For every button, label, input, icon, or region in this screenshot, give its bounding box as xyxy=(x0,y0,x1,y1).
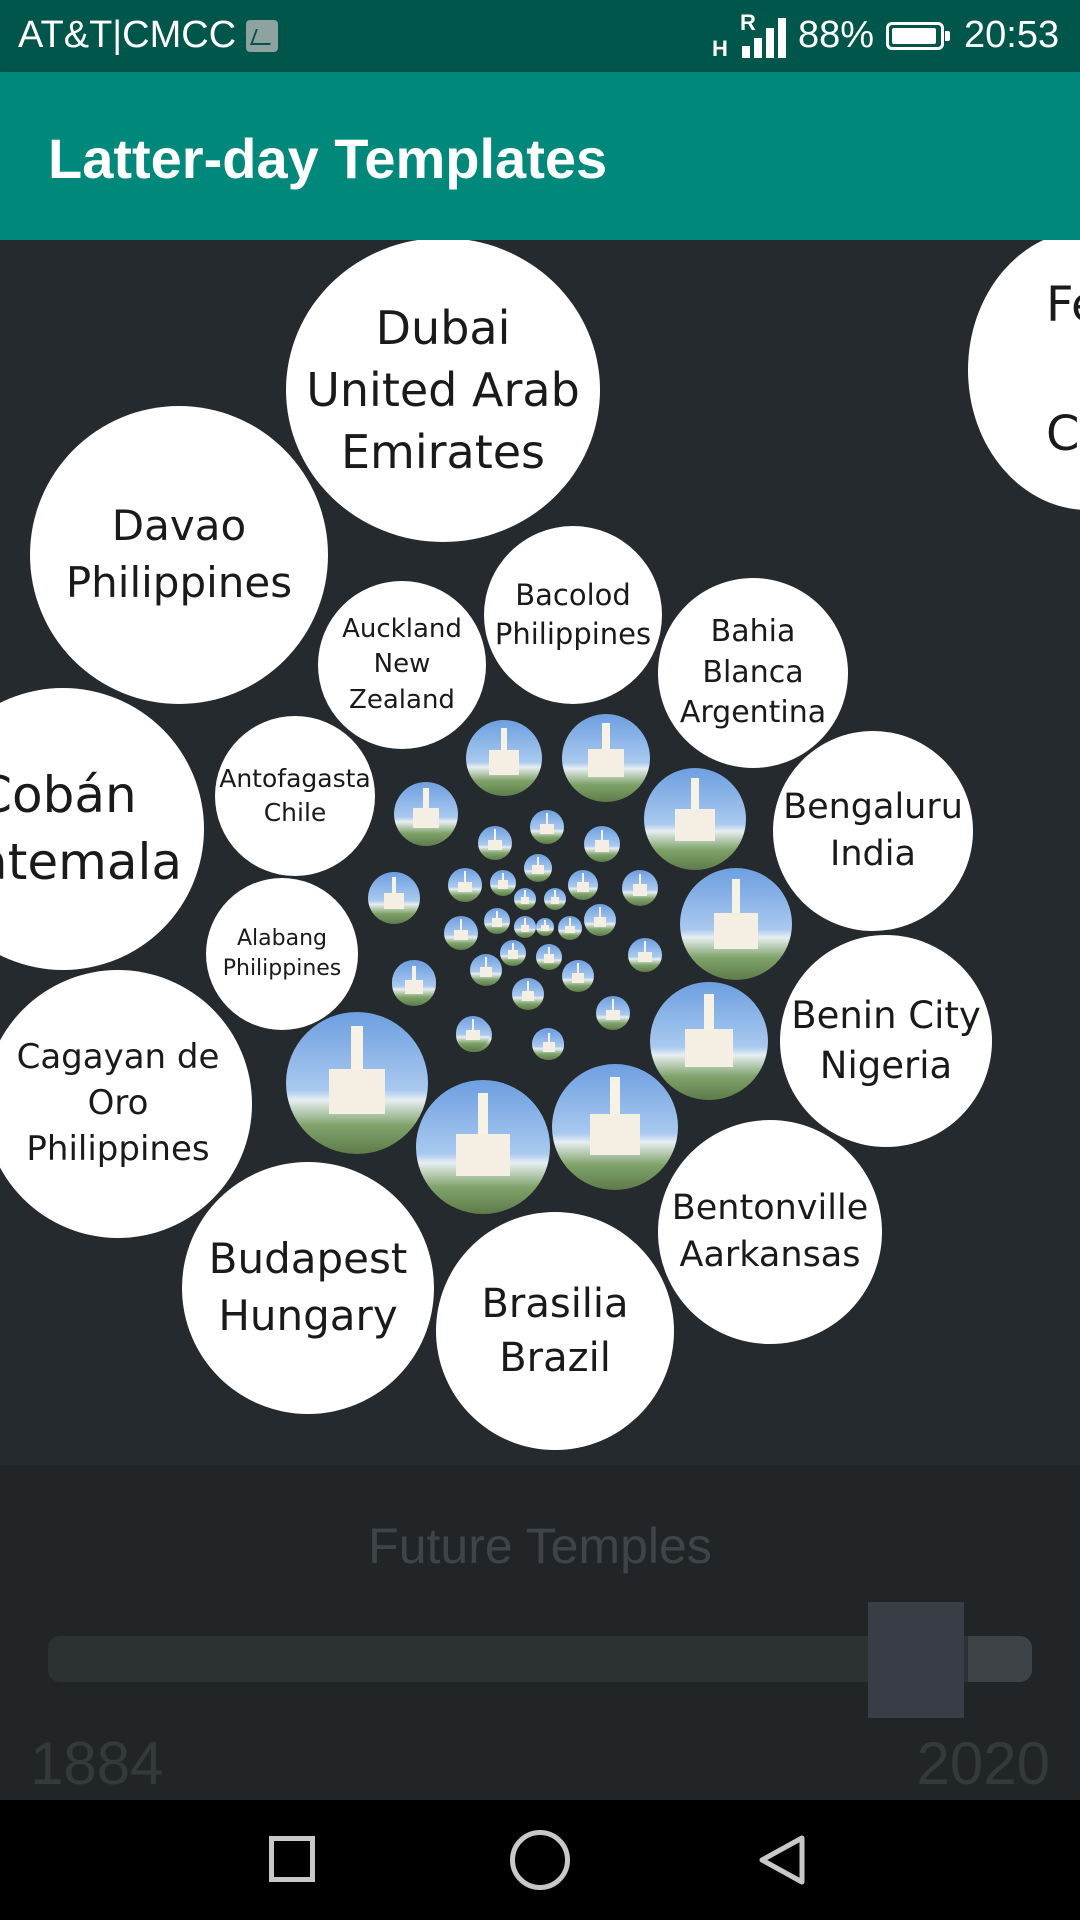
carrier-label: AT&T|CMCC xyxy=(18,14,237,56)
range-end-year: 2020 xyxy=(916,1730,1050,1797)
temple-bubble[interactable]: Benin City Nigeria xyxy=(780,935,992,1147)
temple-photo-bubble[interactable] xyxy=(470,954,502,986)
temple-bubble[interactable]: Alabang Philippines xyxy=(206,878,358,1030)
temple-photo-bubble[interactable] xyxy=(444,916,478,950)
temple-photo-bubble[interactable] xyxy=(558,916,582,940)
app-bar: Latter-day Templates xyxy=(0,72,1080,240)
recent-apps-icon[interactable] xyxy=(269,1836,315,1882)
future-temples-toggle[interactable]: Future Temples xyxy=(0,1517,1080,1575)
temple-label: Antofagasta Chile xyxy=(219,764,371,827)
temple-bubble[interactable]: Davao Philippines xyxy=(30,406,328,704)
temple-photo-bubble[interactable] xyxy=(568,870,598,900)
temple-bubble[interactable]: Bacolod Philippines xyxy=(484,526,662,704)
temple-bubble[interactable]: Bengaluru India xyxy=(773,731,973,931)
temple-label: Alabang Philippines xyxy=(222,926,342,981)
signal-icon: H R xyxy=(712,10,788,61)
temple-bubble-chart[interactable]: Dubai United Arab Emirates Fe Ca Davao P… xyxy=(0,240,1080,1465)
temple-bubble[interactable]: Fe Ca xyxy=(968,240,1080,510)
temple-label: Benin City Nigeria xyxy=(791,994,981,1087)
temple-label: Bahia Blanca Argentina xyxy=(679,614,827,731)
status-bar: AT&T|CMCC H R 88% 20:53 xyxy=(0,0,1080,72)
temple-photo-bubble[interactable] xyxy=(286,1012,428,1154)
temple-label: Fe Ca xyxy=(1046,276,1080,463)
temple-bubble[interactable]: Budapest Hungary xyxy=(182,1162,434,1414)
temple-photo-bubble[interactable] xyxy=(544,888,566,910)
temple-photo-bubble[interactable] xyxy=(514,916,536,938)
temple-photo-bubble[interactable] xyxy=(552,1064,678,1190)
temple-label: Bentonville Aarkansas xyxy=(671,1187,869,1275)
temple-photo-bubble[interactable] xyxy=(394,782,458,846)
temple-photo-bubble[interactable] xyxy=(584,904,616,936)
temple-photo-bubble[interactable] xyxy=(562,714,650,802)
clock: 20:53 xyxy=(964,14,1060,56)
back-icon[interactable] xyxy=(752,1830,812,1890)
temple-photo-bubble[interactable] xyxy=(650,982,768,1100)
temple-photo-bubble[interactable] xyxy=(478,826,512,860)
temple-bubble[interactable]: Cagayan de Oro Philippines xyxy=(0,970,252,1238)
temple-photo-bubble[interactable] xyxy=(534,1030,564,1060)
temple-bubble[interactable]: Brasilia Brazil xyxy=(436,1212,674,1450)
temple-photo-bubble[interactable] xyxy=(490,870,516,896)
temple-bubble[interactable]: Auckland New Zealand xyxy=(318,581,486,749)
temple-photo-bubble[interactable] xyxy=(596,996,630,1030)
home-icon[interactable] xyxy=(510,1830,570,1890)
temple-photo-bubble[interactable] xyxy=(466,720,542,796)
battery-icon xyxy=(886,22,950,50)
temple-photo-bubble[interactable] xyxy=(368,872,420,924)
temple-bubble[interactable]: Antofagasta Chile xyxy=(215,716,375,876)
temple-label: Cobán atemala xyxy=(0,765,182,892)
temple-photo-bubble[interactable] xyxy=(448,868,482,902)
temple-photo-bubble[interactable] xyxy=(536,944,562,970)
range-start-year: 1884 xyxy=(30,1730,164,1797)
temple-photo-bubble[interactable] xyxy=(530,810,564,844)
app-title: Latter-day Templates xyxy=(48,127,608,190)
temple-photo-bubble[interactable] xyxy=(416,1080,550,1214)
temple-bubble[interactable]: Cobán atemala xyxy=(0,688,204,970)
system-nav-bar xyxy=(0,1800,1080,1920)
temple-bubble[interactable]: Bentonville Aarkansas xyxy=(658,1120,882,1344)
temple-photo-bubble[interactable] xyxy=(628,938,662,972)
temple-label: Budapest Hungary xyxy=(208,1234,408,1340)
gallery-notification-icon xyxy=(246,20,278,52)
battery-percent: 88% xyxy=(798,14,875,56)
temple-label: Davao Philippines xyxy=(65,501,293,607)
temple-photo-bubble[interactable] xyxy=(524,854,552,882)
temple-photo-bubble[interactable] xyxy=(392,962,436,1006)
temple-photo-bubble[interactable] xyxy=(456,1016,490,1050)
temple-photo-bubble[interactable] xyxy=(514,888,536,910)
year-slider-thumb[interactable] xyxy=(868,1602,964,1718)
temple-bubble[interactable]: Dubai United Arab Emirates xyxy=(286,240,600,542)
temple-label: Bacolod Philippines xyxy=(494,577,652,651)
temple-label: Cagayan de Oro Philippines xyxy=(16,1037,220,1169)
temple-photo-bubble[interactable] xyxy=(536,918,554,936)
timeline-controls: Future Temples 1884 2020 xyxy=(0,1465,1080,1800)
temple-photo-bubble[interactable] xyxy=(622,870,658,906)
roaming-label: R xyxy=(740,10,756,35)
temple-photo-bubble[interactable] xyxy=(644,768,746,870)
temple-label: Bengaluru India xyxy=(783,786,963,874)
network-type-label: H xyxy=(712,36,728,61)
temple-photo-bubble[interactable] xyxy=(562,960,594,992)
temple-photo-bubble[interactable] xyxy=(500,940,526,966)
temple-label: Brasilia Brazil xyxy=(481,1281,629,1381)
temple-photo-bubble[interactable] xyxy=(484,908,510,934)
temple-label: Auckland New Zealand xyxy=(342,614,462,715)
temple-photo-bubble[interactable] xyxy=(512,978,544,1010)
temple-photo-bubble[interactable] xyxy=(584,826,620,862)
temple-label: Dubai United Arab Emirates xyxy=(306,300,580,480)
temple-photo-bubble[interactable] xyxy=(680,868,792,980)
temple-bubble[interactable]: Bahia Blanca Argentina xyxy=(658,578,848,768)
